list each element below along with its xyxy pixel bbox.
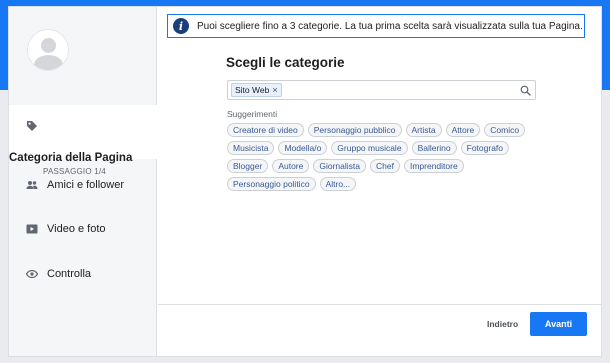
suggestion-chip[interactable]: Artista: [405, 123, 442, 137]
suggestion-chip[interactable]: Attore: [445, 123, 481, 137]
sidebar-item-video[interactable]: Video e foto: [26, 221, 106, 237]
suggestion-chip[interactable]: Blogger: [227, 159, 269, 173]
next-button[interactable]: Avanti: [530, 312, 587, 336]
suggestion-chip[interactable]: Chef: [370, 159, 400, 173]
chip-row: Personaggio politico Altro...: [227, 177, 537, 191]
category-search-input[interactable]: Sito Web ×: [227, 80, 536, 100]
suggestion-chip[interactable]: Ballerino: [411, 141, 457, 155]
step-subtitle: PASSAGGIO 1/4: [43, 167, 106, 176]
suggestion-chip[interactable]: Gruppo musicale: [331, 141, 408, 155]
back-button[interactable]: Indietro: [487, 319, 518, 329]
tag-icon: [27, 121, 37, 131]
setup-dialog: Categoria della Pagina PASSAGGIO 1/4 Ami…: [8, 6, 602, 357]
chip-row: Musicista Modella/o Gruppo musicale Ball…: [227, 141, 537, 155]
steps-sidebar: Categoria della Pagina PASSAGGIO 1/4 Ami…: [9, 7, 157, 356]
suggestion-chip[interactable]: Altro...: [319, 177, 357, 191]
search-icon: [520, 85, 531, 96]
suggestion-chip[interactable]: Creatore di video: [227, 123, 304, 137]
suggestion-chip[interactable]: Giornalista: [313, 159, 366, 173]
suggestion-chip[interactable]: Personaggio pubblico: [307, 123, 402, 137]
video-icon: [26, 224, 38, 234]
info-banner-text: Puoi scegliere fino a 3 categorie. La tu…: [197, 20, 583, 32]
sidebar-item-amici[interactable]: Amici e follower: [26, 177, 124, 193]
token-label: Sito Web: [235, 85, 270, 95]
suggestion-chip[interactable]: Personaggio politico: [227, 177, 316, 191]
chip-row: Creatore di video Personaggio pubblico A…: [227, 123, 537, 137]
people-icon: [26, 181, 38, 189]
footer-divider: [158, 304, 601, 305]
sidebar-item-label: Amici e follower: [47, 179, 125, 191]
selected-category-token: Sito Web ×: [231, 83, 282, 97]
suggestion-chip[interactable]: Fotografo: [460, 141, 510, 155]
sidebar-item-label: Video e foto: [47, 223, 106, 235]
suggestion-chip[interactable]: Modella/o: [278, 141, 328, 155]
page-title: Scegli le categorie: [226, 55, 345, 70]
sidebar-item-label: Controlla: [47, 268, 92, 280]
suggestion-chip[interactable]: Musicista: [227, 141, 275, 155]
sidebar-item-controlla[interactable]: Controlla: [26, 266, 91, 282]
suggestions-label: Suggerimenti: [227, 109, 278, 119]
info-icon: i: [173, 18, 189, 34]
step-categoria[interactable]: [9, 105, 157, 159]
remove-token-icon[interactable]: ×: [272, 85, 277, 95]
step-title: Categoria della Pagina: [9, 152, 133, 164]
chip-row: Blogger Autore Giornalista Chef Imprendi…: [227, 159, 537, 173]
avatar: [27, 29, 69, 71]
suggestion-chip[interactable]: Imprenditore: [403, 159, 464, 173]
eye-icon: [26, 269, 38, 279]
info-banner: i Puoi scegliere fino a 3 categorie. La …: [167, 14, 585, 38]
suggestion-chips: Creatore di video Personaggio pubblico A…: [227, 123, 537, 195]
suggestion-chip[interactable]: Autore: [272, 159, 310, 173]
suggestion-chip[interactable]: Comico: [484, 123, 526, 137]
